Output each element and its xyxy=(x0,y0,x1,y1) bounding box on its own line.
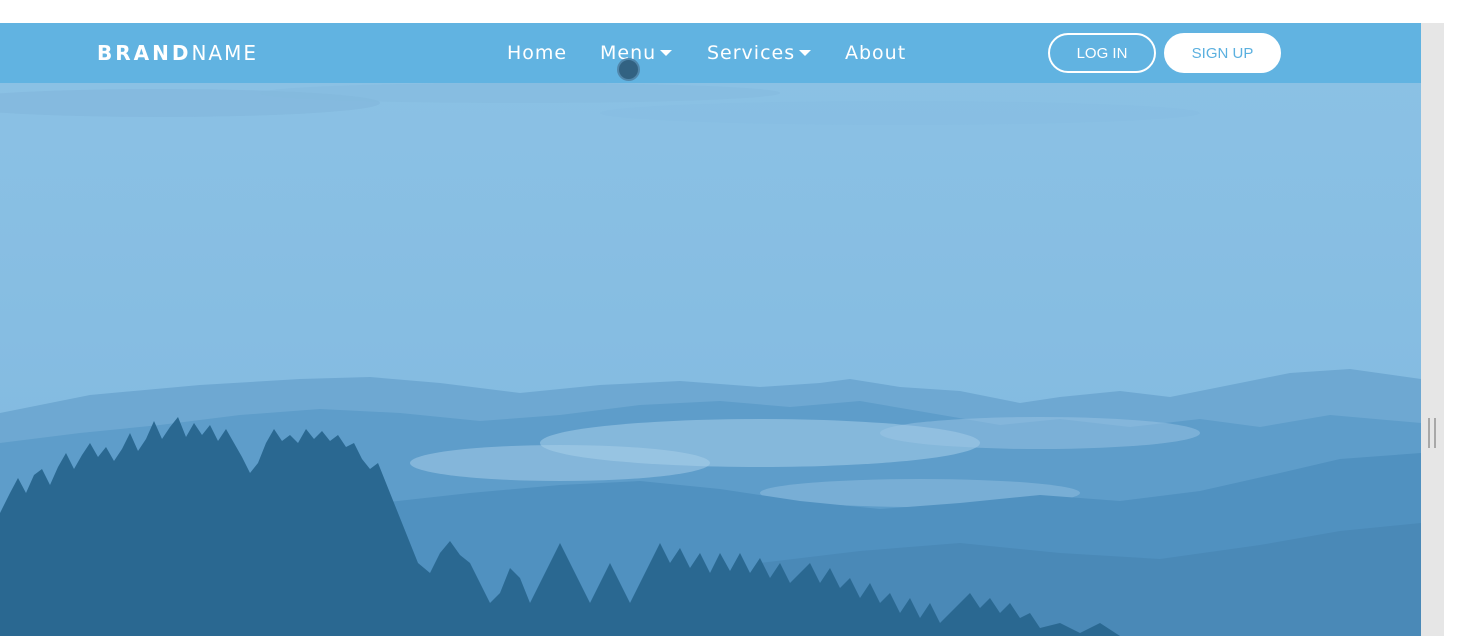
top-navbar: BRANDNAME Home Menu Services About LOG I… xyxy=(0,23,1421,83)
mouse-cursor-indicator xyxy=(617,58,640,81)
nav-services-label: Services xyxy=(707,42,796,64)
login-button[interactable]: LOG IN xyxy=(1048,33,1156,73)
brand-bold-text: BRAND xyxy=(97,41,192,65)
hero-image xyxy=(0,23,1421,636)
nav-item-services[interactable]: Services xyxy=(707,40,812,66)
nav-item-home[interactable]: Home xyxy=(507,40,567,66)
nav-item-about[interactable]: About xyxy=(845,40,906,66)
vertical-scrollbar[interactable] xyxy=(1421,23,1444,636)
brand-logo[interactable]: BRANDNAME xyxy=(97,40,258,66)
signup-button[interactable]: SIGN UP xyxy=(1164,33,1281,73)
page-viewport: BRANDNAME Home Menu Services About LOG I… xyxy=(0,23,1421,636)
caret-down-icon xyxy=(660,50,673,56)
nav-home-label: Home xyxy=(507,42,568,64)
brand-light-text: NAME xyxy=(191,41,259,65)
scroll-grip-icon[interactable] xyxy=(1428,418,1436,448)
caret-down-icon xyxy=(799,50,812,56)
nav-about-label: About xyxy=(845,42,907,64)
